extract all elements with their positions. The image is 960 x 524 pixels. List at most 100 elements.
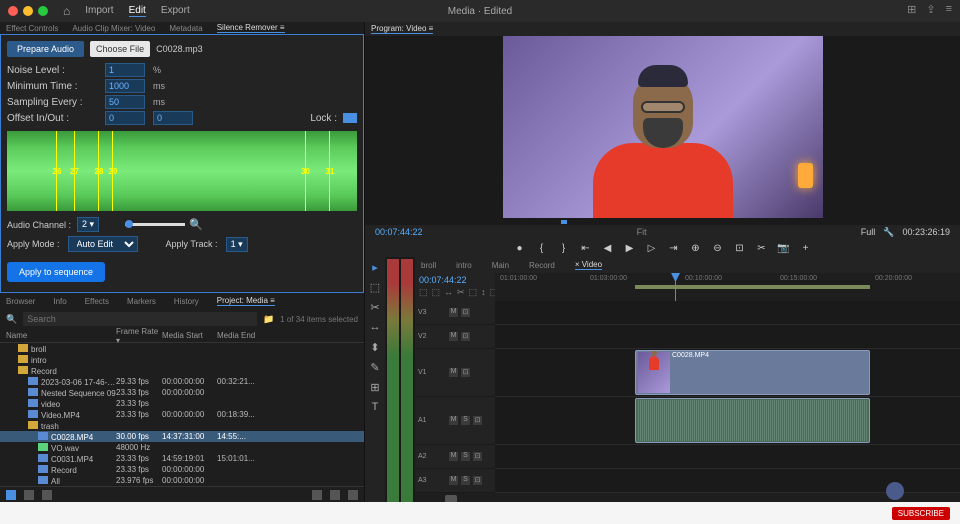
track-btn[interactable]: ⊡ [461, 308, 470, 317]
track-lane-A2[interactable] [495, 445, 960, 469]
audio-clip[interactable] [635, 398, 870, 443]
workspace-icon[interactable]: ⊞ [907, 3, 916, 16]
fit-dropdown[interactable]: Fit [637, 227, 647, 237]
project-row[interactable]: broll [0, 343, 364, 354]
tl-option-icon[interactable]: ↔ [444, 287, 453, 297]
max-dot[interactable] [38, 6, 48, 16]
timeline-tool-5[interactable]: ✎ [368, 361, 382, 375]
track-btn[interactable]: M [449, 452, 458, 461]
tab-info[interactable]: Info [53, 297, 66, 306]
tl-option-icon[interactable]: ⬚ [419, 287, 428, 297]
tl-tab-main[interactable]: Main [492, 261, 509, 270]
track-btn[interactable]: ⊡ [473, 452, 482, 461]
prepare-audio-button[interactable]: Prepare Audio [7, 41, 84, 57]
tl-tab-record[interactable]: Record [529, 261, 555, 270]
track-lane-V3[interactable] [495, 301, 960, 325]
project-row[interactable]: Record [0, 365, 364, 376]
track-btn[interactable]: S [461, 452, 470, 461]
timeline-tool-4[interactable]: ⬍ [368, 341, 382, 355]
freeform-view-icon[interactable] [42, 490, 52, 500]
timeline-tool-2[interactable]: ✂ [368, 301, 382, 315]
sampling-input[interactable] [105, 95, 145, 109]
timeline-tool-3[interactable]: ↔ [368, 321, 382, 335]
transport-btn-9[interactable]: ⊖ [711, 241, 725, 255]
playhead-scrubber[interactable] [561, 220, 567, 224]
transport-btn-7[interactable]: ⇥ [667, 241, 681, 255]
audio-channel-select[interactable]: 2 ▾ [77, 217, 99, 232]
track-lane-V2[interactable] [495, 325, 960, 349]
choose-file-button[interactable]: Choose File [90, 41, 150, 57]
home-icon[interactable]: ⌂ [63, 4, 70, 18]
tab-effects[interactable]: Effects [85, 297, 109, 306]
track-header-V2[interactable]: V2M⊡ [415, 325, 495, 349]
track-btn[interactable]: ⊡ [461, 332, 470, 341]
project-row[interactable]: Record23.33 fps00:00:00:00 [0, 464, 364, 475]
subscribe-button[interactable]: SUBSCRIBE [892, 507, 950, 520]
project-row[interactable]: Video.MP423.33 fps00:00:00:0000:18:39... [0, 409, 364, 420]
transport-btn-8[interactable]: ⊕ [689, 241, 703, 255]
offset-in-input[interactable] [105, 111, 145, 125]
timeline-tc[interactable]: 00:07:44:22 [419, 275, 491, 285]
col-framerate[interactable]: Frame Rate ▾ [116, 327, 162, 345]
tab-silence-remover[interactable]: Silence Remover ≡ [217, 23, 285, 33]
track-btn[interactable]: M [449, 476, 458, 485]
tab-markers[interactable]: Markers [127, 297, 156, 306]
zoom-slider[interactable] [125, 223, 185, 226]
new-item-icon[interactable] [330, 490, 340, 500]
tab-audio-mixer[interactable]: Audio Clip Mixer: Video [72, 24, 155, 33]
track-header-V3[interactable]: V3M⊡ [415, 301, 495, 325]
transport-btn-12[interactable]: 📷 [777, 241, 791, 255]
track-btn[interactable]: M [449, 368, 458, 377]
track-header-A3[interactable]: A3MS⊡ [415, 469, 495, 493]
menu-export[interactable]: Export [161, 5, 190, 17]
tl-tab-broll[interactable]: broll [421, 261, 436, 270]
min-dot[interactable] [23, 6, 33, 16]
tab-history[interactable]: History [174, 297, 199, 306]
track-btn[interactable]: M [449, 416, 458, 425]
video-clip[interactable]: C0028.MP4 [635, 350, 870, 395]
col-media-end[interactable]: Media End [217, 331, 263, 340]
timeline-tool-6[interactable]: ⊞ [368, 381, 382, 395]
apply-to-sequence-button[interactable]: Apply to sequence [7, 262, 105, 282]
close-dot[interactable] [8, 6, 18, 16]
track-btn[interactable]: ⊡ [473, 416, 482, 425]
track-btn[interactable]: ⊡ [473, 476, 482, 485]
apply-mode-select[interactable]: Auto Edit [68, 236, 138, 252]
project-row[interactable]: Nested Sequence 0923.33 fps00:00:00:00 [0, 387, 364, 398]
offset-out-input[interactable] [153, 111, 193, 125]
tl-tab-video[interactable]: × Video [575, 260, 602, 270]
track-lane-A1[interactable] [495, 397, 960, 445]
program-monitor[interactable] [365, 36, 960, 218]
track-btn[interactable]: ⊡ [461, 368, 470, 377]
transport-btn-2[interactable]: } [557, 241, 571, 255]
menu-edit[interactable]: Edit [129, 5, 146, 17]
project-row[interactable]: intro [0, 354, 364, 365]
tab-program-video[interactable]: Program: Video ≡ [371, 24, 433, 34]
tab-effect-controls[interactable]: Effect Controls [6, 24, 58, 33]
transport-btn-11[interactable]: ✂ [755, 241, 769, 255]
wrench-icon[interactable]: 🔧 [883, 227, 894, 238]
bin-icon[interactable]: 📁 [263, 314, 274, 325]
tl-option-icon[interactable]: ⬚ [432, 287, 441, 297]
project-row[interactable]: C0028.MP430.00 fps14:37:31:0014:55:... [0, 431, 364, 442]
track-btn[interactable]: M [449, 332, 458, 341]
tl-option-icon[interactable]: ↕ [481, 287, 486, 297]
project-row[interactable]: VO.wav48000 Hz [0, 442, 364, 453]
col-name[interactable]: Name [6, 331, 116, 340]
timeline-tool-1[interactable]: ⬚ [368, 281, 382, 295]
share-icon[interactable]: ⇪ [926, 3, 935, 16]
project-row[interactable]: trash [0, 420, 364, 431]
tl-option-icon[interactable]: ⬚ [469, 287, 478, 297]
project-row[interactable]: C0031.MP423.33 fps14:59:19:0115:01:01... [0, 453, 364, 464]
project-row[interactable]: 2023-03-06 17-46-46.m29.33 fps00:00:00:0… [0, 376, 364, 387]
tl-option-icon[interactable]: ✂ [457, 287, 465, 297]
timeline-tool-0[interactable]: ▸ [368, 261, 382, 275]
track-header-V1[interactable]: V1M⊡ [415, 349, 495, 397]
new-bin-icon[interactable] [312, 490, 322, 500]
timeline-tool-7[interactable]: T [368, 401, 382, 415]
waveform-preview[interactable]: 26 27 28 29 30 31 [7, 131, 357, 211]
project-row[interactable]: video23.33 fps [0, 398, 364, 409]
tab-browser[interactable]: Browser [6, 297, 35, 306]
transport-btn-3[interactable]: ⇤ [579, 241, 593, 255]
full-dropdown[interactable]: Full [861, 227, 876, 237]
